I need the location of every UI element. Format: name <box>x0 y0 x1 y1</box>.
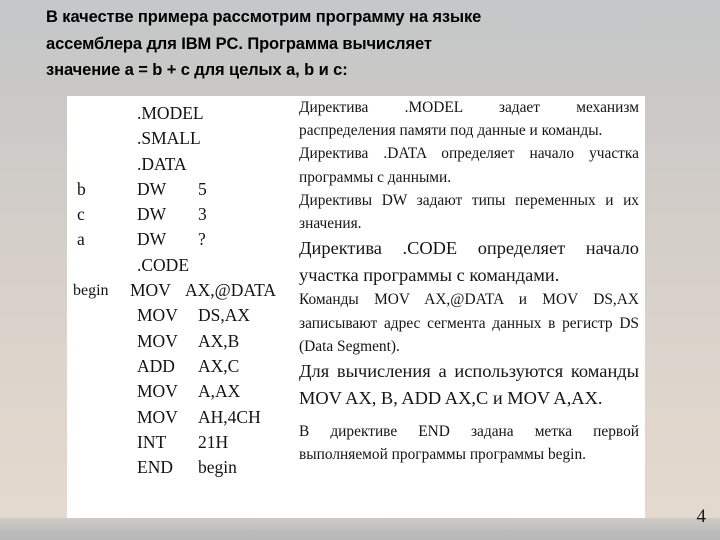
code-label: begin <box>73 282 109 300</box>
explanation-paragraph: Директива .MODEL задает механизм распред… <box>299 99 639 140</box>
bottom-shadow-band <box>0 518 720 540</box>
code-row: .SMALL <box>73 126 299 151</box>
code-row: .CODE <box>73 253 299 278</box>
explanation-paragraph: Директивы DW задают типы переменных и их… <box>299 191 639 233</box>
code-arg: 5 <box>198 178 207 199</box>
code-op: ADD <box>137 355 175 376</box>
slide-heading: В качестве примера рассмотрим программу … <box>46 4 686 84</box>
code-op: DW <box>137 204 167 225</box>
heading-line-3: значение a = b + c для целых a, b и c: <box>46 61 348 79</box>
code-arg: 3 <box>198 204 207 225</box>
code-row: MOV AH,4CH <box>73 405 299 430</box>
code-row: ADD AX,C <box>73 354 299 379</box>
code-op: DW <box>137 178 167 199</box>
code-op: .MODEL <box>137 103 204 123</box>
code-arg: AX,@DATA <box>185 280 277 301</box>
code-row: END begin <box>73 455 299 480</box>
explanation-paragraph: Для вычисления a используются команды MO… <box>299 361 639 408</box>
heading-line-1: В качестве примера рассмотрим программу … <box>46 8 482 26</box>
code-label: a <box>77 229 85 250</box>
code-row: MOV AX,B <box>73 329 299 354</box>
code-row: MOV DS,AX <box>73 303 299 328</box>
code-arg: AH,4CH <box>198 406 261 427</box>
code-arg: AX,C <box>198 355 240 376</box>
code-op: MOV <box>137 406 178 427</box>
code-arg: begin <box>198 457 237 478</box>
code-row: INT 21H <box>73 430 299 455</box>
code-row: b DW 5 <box>73 177 299 202</box>
code-arg: ? <box>198 229 206 250</box>
explanation-paragraph: Директива .CODE определяет начало участк… <box>299 238 639 285</box>
code-label: c <box>77 204 85 225</box>
explanation-paragraph: Директива .DATA определяет начало участк… <box>299 145 639 186</box>
code-op: MOV <box>137 330 178 351</box>
code-op: .CODE <box>137 254 190 275</box>
code-row: MOV A,AX <box>73 379 299 404</box>
code-arg: A,AX <box>198 381 241 402</box>
code-row: c DW 3 <box>73 202 299 227</box>
heading-line-2: ассемблера для IBM PC. Программа вычисля… <box>46 34 432 53</box>
code-arg: DS,AX <box>198 305 251 326</box>
code-row: a DW ? <box>73 227 299 252</box>
scanned-figure-panel: .MODEL .SMALL .DATA b DW 5 c DW 3 a DW ?… <box>67 96 645 521</box>
code-op: MOV <box>137 381 178 402</box>
code-op: MOV <box>130 280 171 301</box>
explanation-paragraph: В директиве END задана метка первой выпо… <box>299 423 639 464</box>
code-arg: AX,B <box>198 330 240 351</box>
assembler-code-listing: .MODEL .SMALL .DATA b DW 5 c DW 3 a DW ?… <box>73 101 299 480</box>
scanned-figure-content: .MODEL .SMALL .DATA b DW 5 c DW 3 a DW ?… <box>67 96 645 521</box>
code-arg: 21H <box>198 431 229 452</box>
code-row: begin MOV AX,@DATA <box>73 278 299 303</box>
explanation-column: Директива .MODEL задает механизм распред… <box>299 96 639 467</box>
code-op: MOV <box>137 305 178 326</box>
code-row: .MODEL <box>73 101 299 126</box>
code-op: .SMALL <box>137 128 201 149</box>
explanation-paragraph: Команды MOV AX,@DATA и MOV DS,AX записыв… <box>299 291 639 355</box>
code-op: DW <box>137 229 167 250</box>
code-op: END <box>137 457 173 478</box>
page-number: 4 <box>696 506 707 527</box>
code-label: b <box>77 178 86 199</box>
code-op: .DATA <box>137 153 187 174</box>
code-op: INT <box>137 431 167 452</box>
code-row: .DATA <box>73 152 299 177</box>
